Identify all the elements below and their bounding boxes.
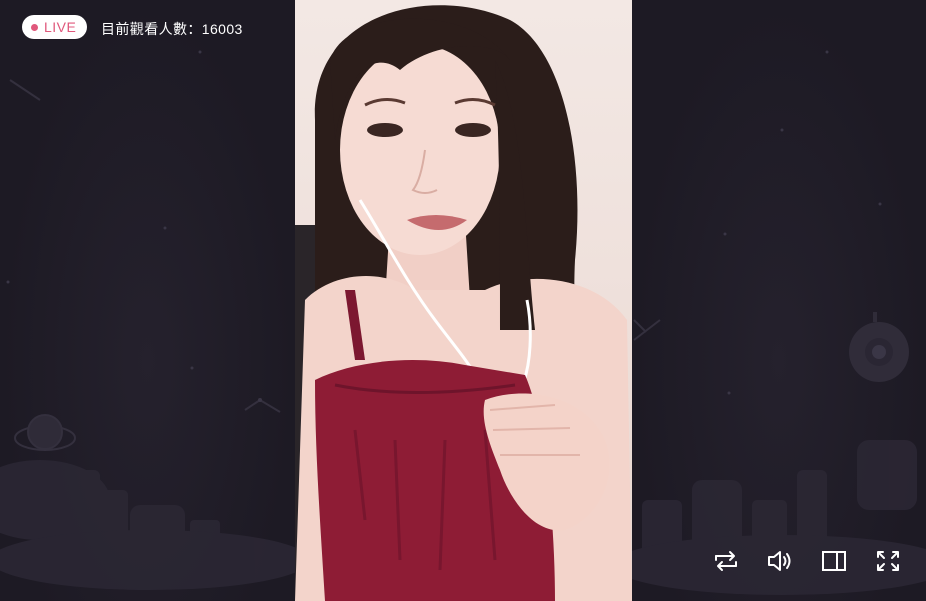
side-panel-button[interactable] [818, 545, 850, 577]
left-background-panel [0, 0, 295, 601]
volume-icon [768, 551, 791, 571]
volume-button[interactable] [764, 545, 796, 577]
live-label: LIVE [44, 19, 77, 35]
live-indicator-dot-icon [31, 23, 38, 31]
fullscreen-button[interactable] [872, 545, 904, 577]
video-frame[interactable] [295, 0, 632, 601]
side-panel-icon [822, 551, 846, 571]
space-illustration-right [632, 50, 926, 595]
live-badge: LIVE [22, 15, 88, 39]
loop-button[interactable] [710, 545, 742, 577]
video-content-image [295, 5, 632, 601]
right-background-panel [632, 0, 926, 601]
live-player: LIVE 目前觀看人數：16003 [0, 0, 926, 601]
loop-icon [715, 551, 737, 571]
viewer-count: 目前觀看人數：16003 [101, 21, 243, 37]
space-illustration-left [0, 50, 295, 590]
fullscreen-icon [877, 551, 899, 571]
